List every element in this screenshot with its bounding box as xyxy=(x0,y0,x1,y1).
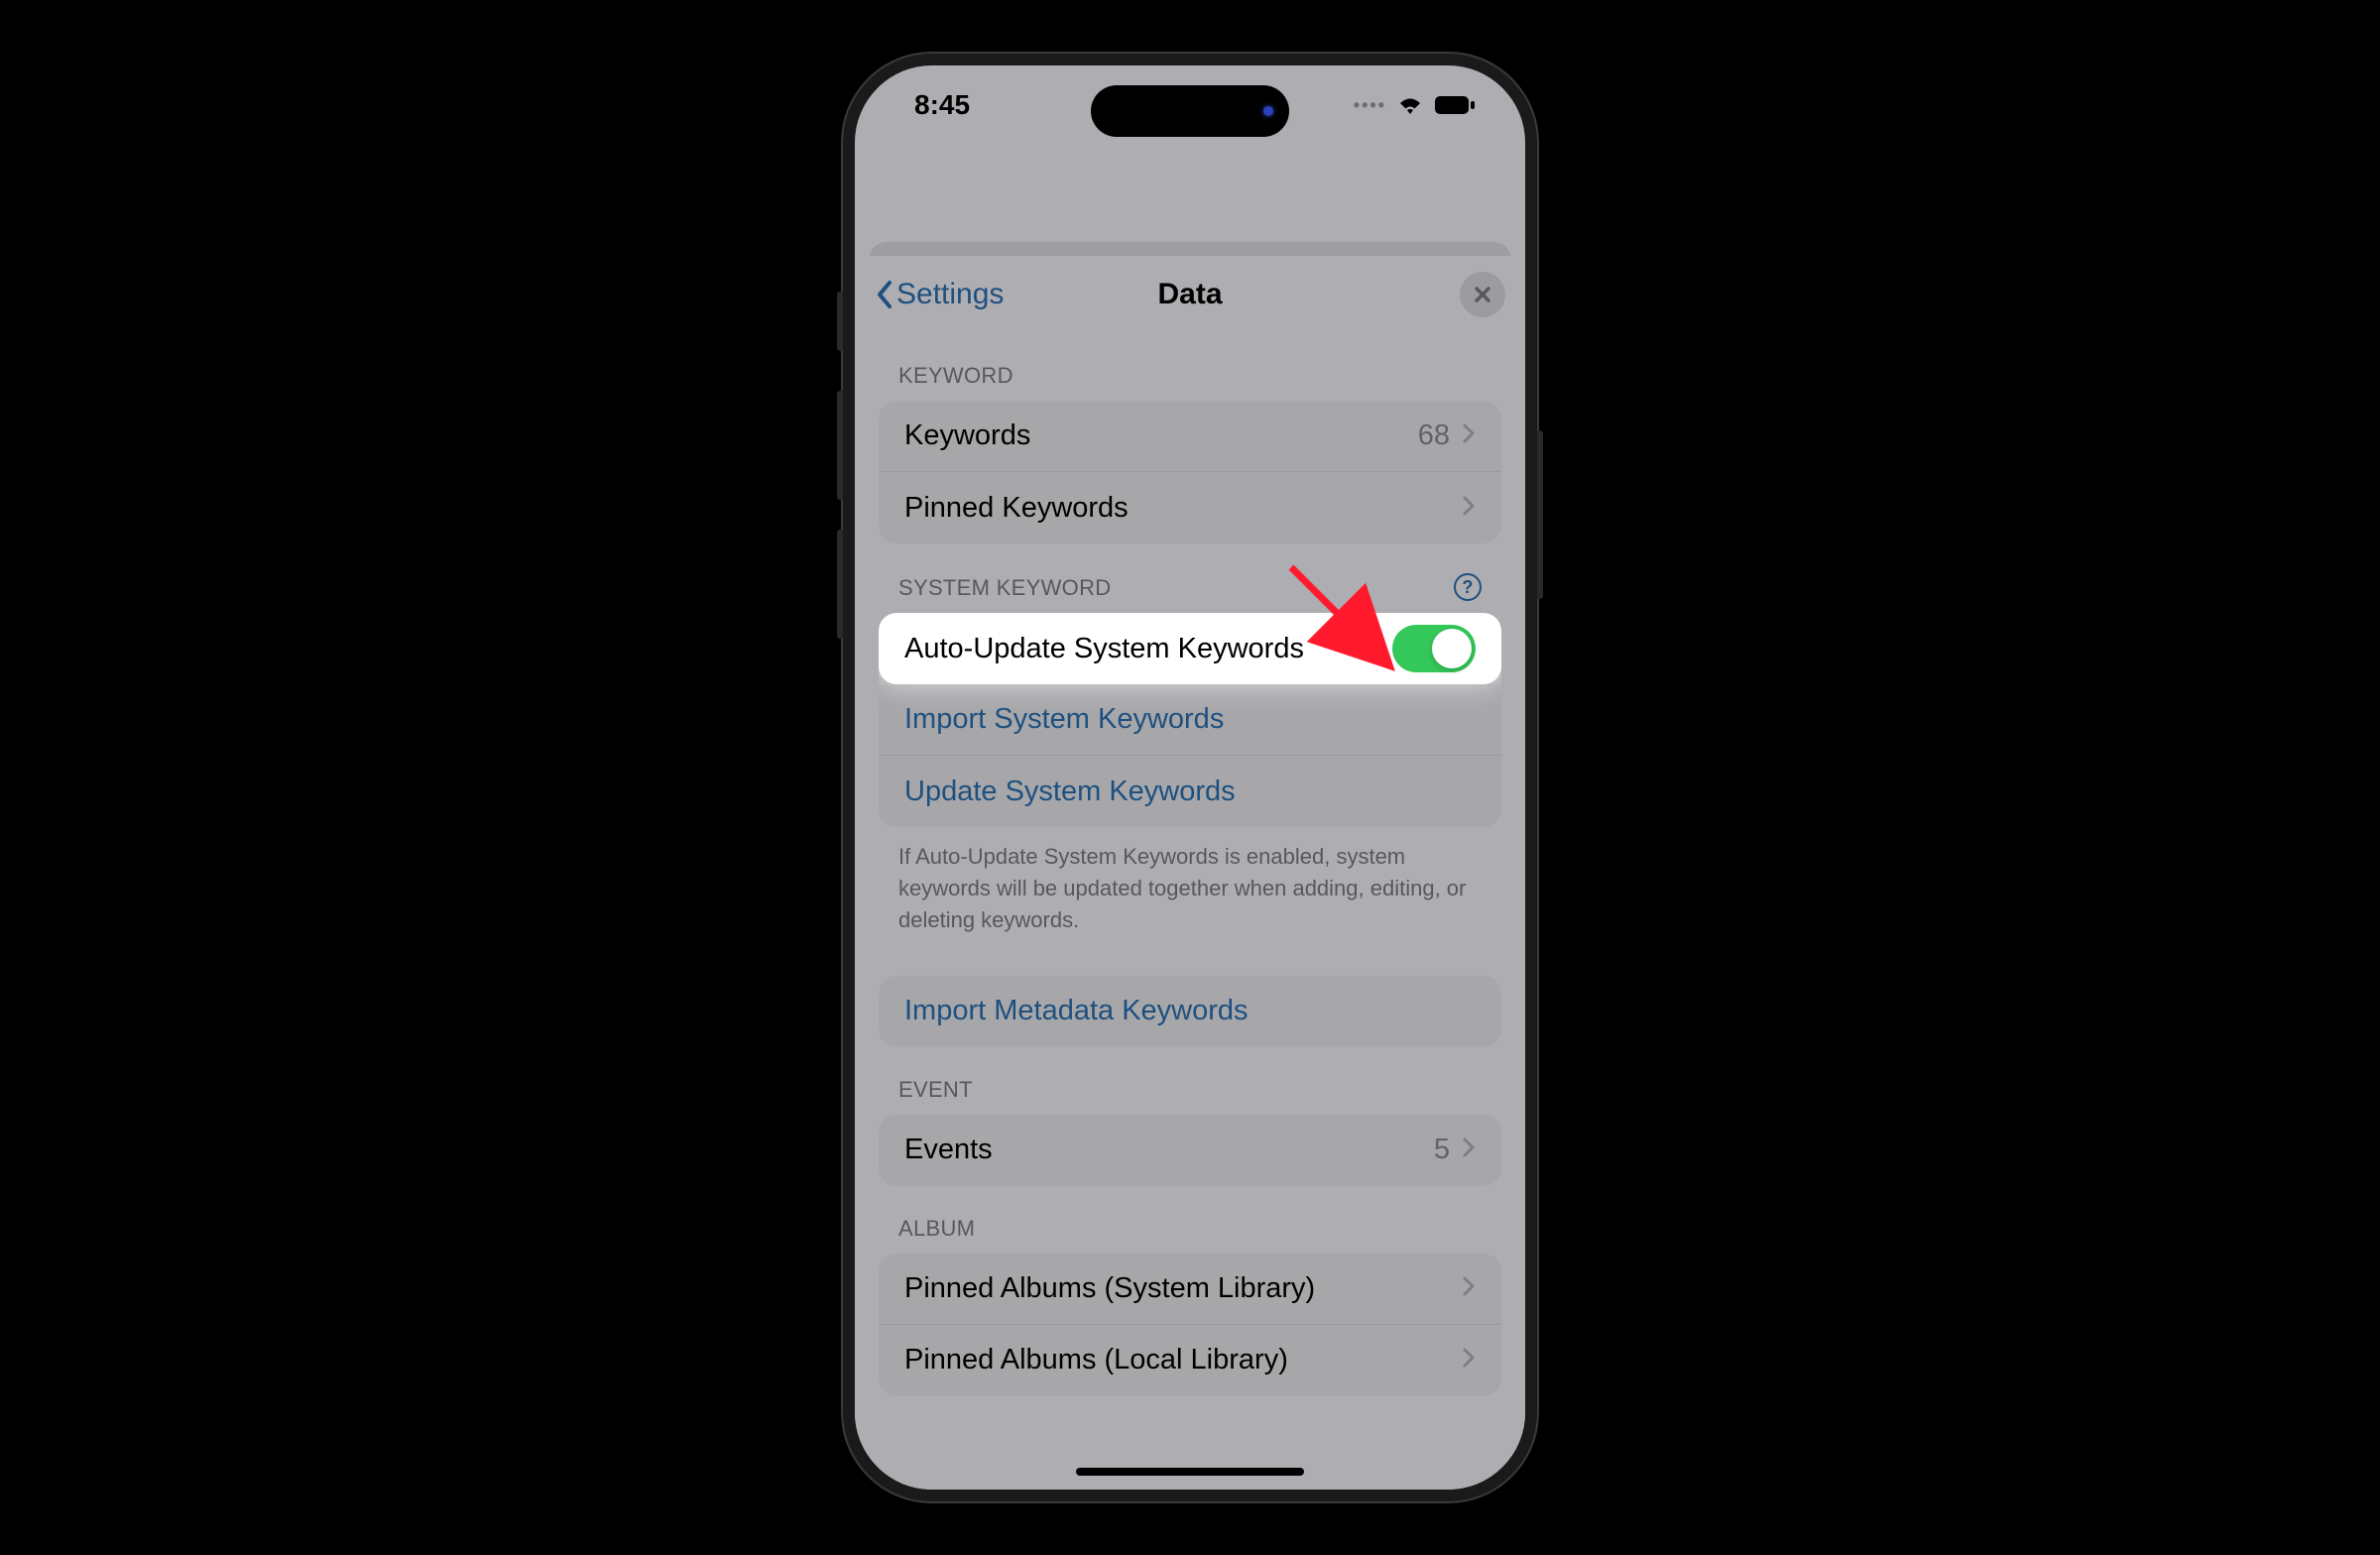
wifi-icon xyxy=(1396,94,1424,116)
row-value: 68 xyxy=(1418,419,1450,452)
chevron-right-icon xyxy=(1462,1272,1476,1305)
row-label: Pinned Albums (System Library) xyxy=(904,1272,1315,1305)
screen: 8:45 •••• Settings Data xyxy=(855,65,1525,1490)
auto-update-toggle[interactable] xyxy=(1392,625,1476,672)
row-label: Keywords xyxy=(904,419,1030,452)
page-title: Data xyxy=(1157,278,1222,311)
chevron-right-icon xyxy=(1462,1134,1476,1166)
back-label: Settings xyxy=(896,278,1004,311)
group-keyword: Keywords 68 Pinned Keywords xyxy=(879,401,1501,543)
group-album: Pinned Albums (System Library) Pinned Al… xyxy=(879,1254,1501,1396)
row-label: Import System Keywords xyxy=(904,703,1224,736)
row-import-metadata-keywords[interactable]: Import Metadata Keywords xyxy=(879,976,1501,1047)
row-label: Import Metadata Keywords xyxy=(904,995,1249,1027)
row-label: Update System Keywords xyxy=(904,776,1236,808)
section-header-keyword: KEYWORD xyxy=(879,333,1501,401)
chevron-right-icon xyxy=(1462,419,1476,452)
group-metadata: Import Metadata Keywords xyxy=(879,976,1501,1047)
row-auto-update-system-keywords: Auto-Update System Keywords xyxy=(879,613,1501,684)
battery-icon xyxy=(1434,95,1476,115)
row-label: Pinned Albums (Local Library) xyxy=(904,1344,1288,1376)
group-event: Events 5 xyxy=(879,1115,1501,1186)
help-icon[interactable]: ? xyxy=(1454,573,1482,601)
volume-up-button xyxy=(837,391,843,500)
section-footer: If Auto-Update System Keywords is enable… xyxy=(879,827,1501,936)
section-header-system-keyword: SYSTEM KEYWORD ? xyxy=(879,543,1501,613)
section-header-event: EVENT xyxy=(879,1047,1501,1115)
status-time: 8:45 xyxy=(914,89,970,121)
status-right: •••• xyxy=(1354,94,1476,116)
back-button[interactable]: Settings xyxy=(875,278,1004,311)
row-value: 5 xyxy=(1434,1134,1450,1166)
chevron-left-icon xyxy=(875,280,894,309)
modal-sheet: Settings Data KEYWORD Keywords 68 xyxy=(855,256,1525,1490)
row-pinned-keywords[interactable]: Pinned Keywords xyxy=(879,472,1501,543)
row-import-system-keywords[interactable]: Import System Keywords xyxy=(879,684,1501,756)
row-label: Auto-Update System Keywords xyxy=(904,633,1304,665)
row-update-system-keywords[interactable]: Update System Keywords xyxy=(879,756,1501,827)
row-events[interactable]: Events 5 xyxy=(879,1115,1501,1186)
section-header-album: ALBUM xyxy=(879,1186,1501,1254)
row-label: Events xyxy=(904,1134,993,1166)
row-pinned-albums-system[interactable]: Pinned Albums (System Library) xyxy=(879,1254,1501,1325)
close-icon xyxy=(1473,285,1492,304)
nav-bar: Settings Data xyxy=(855,256,1525,333)
volume-down-button xyxy=(837,530,843,639)
location-indicator-icon xyxy=(1263,106,1273,116)
row-keywords[interactable]: Keywords 68 xyxy=(879,401,1501,472)
status-bar: 8:45 •••• xyxy=(855,65,1525,145)
close-button[interactable] xyxy=(1460,272,1505,317)
row-pinned-albums-local[interactable]: Pinned Albums (Local Library) xyxy=(879,1325,1501,1396)
phone-frame: 8:45 •••• Settings Data xyxy=(843,54,1537,1501)
chevron-right-icon xyxy=(1462,492,1476,525)
dynamic-island xyxy=(1091,85,1289,137)
cellular-icon: •••• xyxy=(1354,95,1386,116)
power-button xyxy=(1537,430,1543,599)
row-label: Pinned Keywords xyxy=(904,492,1129,525)
home-indicator xyxy=(1076,1468,1304,1476)
chevron-right-icon xyxy=(1462,1344,1476,1376)
content: KEYWORD Keywords 68 Pinned Keywords xyxy=(855,333,1525,1396)
side-button xyxy=(837,292,843,351)
group-system-keyword: Auto-Update System Keywords Import Syste… xyxy=(879,613,1501,827)
